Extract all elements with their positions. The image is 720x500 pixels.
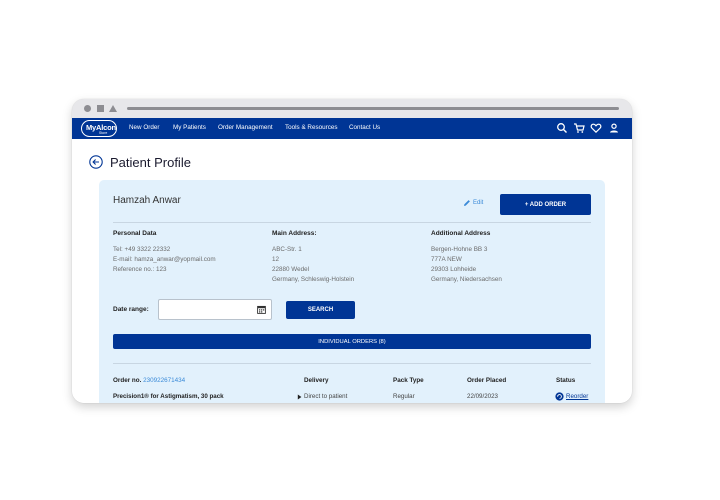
personal-data-heading: Personal Data [113, 230, 157, 237]
top-navbar: MyAlcon Store New Order My Patients Orde… [72, 118, 632, 139]
date-range-label: Date range: [113, 306, 149, 313]
window-control-triangle-icon[interactable] [109, 105, 117, 112]
main-address-heading: Main Address: [272, 230, 317, 237]
nav-link-order-management[interactable]: Order Management [218, 124, 273, 131]
reorder-link[interactable]: Reorder [566, 393, 588, 400]
additional-address-heading: Additional Address [431, 230, 491, 237]
delivery-header: Delivery [304, 377, 329, 384]
order-placed-date: 22/09/2023 [467, 393, 498, 400]
divider [113, 363, 591, 364]
order-delivery: Direct to patient [304, 393, 348, 400]
reorder-icon[interactable] [555, 392, 564, 401]
nav-link-contact-us[interactable]: Contact Us [349, 124, 380, 131]
address-bar[interactable] [127, 107, 619, 110]
browser-window: MyAlcon Store New Order My Patients Orde… [72, 99, 632, 403]
pack-type-header: Pack Type [393, 377, 424, 384]
order-product: Precision1® for Astigmatism, 30 pack [113, 393, 224, 400]
patient-card: Hamzah Anwar Edit + ADD ORDER Personal D… [99, 180, 605, 403]
personal-tel: Tel: +49 3322 22332 [113, 246, 171, 253]
page-viewport: MyAlcon Store New Order My Patients Orde… [72, 118, 632, 403]
logo-sub-text: Store [99, 131, 108, 135]
edit-link[interactable]: Edit [473, 200, 483, 206]
pencil-icon[interactable] [463, 199, 471, 207]
search-button[interactable]: SEARCH [286, 301, 355, 319]
additional-address-line: 777A NEW [431, 256, 462, 263]
caret-right-icon[interactable] [297, 394, 302, 400]
additional-address-line: 29303 Lohheide [431, 266, 477, 273]
main-address-line: ABC-Str. 1 [272, 246, 302, 253]
date-range-input[interactable] [158, 299, 272, 320]
order-no-label: Order no. [113, 377, 142, 384]
add-order-button[interactable]: + ADD ORDER [500, 194, 591, 215]
myalcon-logo[interactable]: MyAlcon Store [81, 120, 117, 137]
status-header: Status [556, 377, 576, 384]
window-control-circle-icon[interactable] [84, 105, 91, 112]
cart-icon[interactable] [573, 122, 585, 134]
main-address-line: 12 [272, 256, 280, 263]
personal-email: E-mail: hamza_anwar@yopmail.com [113, 256, 216, 263]
window-control-square-icon[interactable] [97, 105, 104, 112]
search-icon[interactable] [556, 122, 568, 134]
browser-chrome [72, 99, 632, 118]
order-no-header: Order no. 230922671434 [113, 377, 185, 384]
main-address-line: 22880 Wedel [272, 266, 309, 273]
page-title: Patient Profile [110, 155, 191, 170]
calendar-icon[interactable] [257, 305, 266, 314]
user-icon[interactable] [608, 122, 620, 134]
divider [113, 222, 591, 223]
back-arrow-icon[interactable] [89, 155, 103, 169]
additional-address-line: Germany, Niedersachsen [431, 276, 502, 283]
individual-orders-tab[interactable]: INDIVIDUAL ORDERS (8) [113, 334, 591, 349]
heart-icon[interactable] [590, 122, 602, 134]
order-number-link[interactable]: 230922671434 [143, 377, 185, 384]
nav-link-new-order[interactable]: New Order [129, 124, 159, 131]
additional-address-line: Bergen-Hohne BB 3 [431, 246, 488, 253]
personal-reference: Reference no.: 123 [113, 266, 167, 273]
main-address-line: Germany, Schleswig-Holstein [272, 276, 355, 283]
order-pack-type: Regular [393, 393, 415, 400]
patient-name: Hamzah Anwar [113, 195, 181, 206]
order-placed-header: Order Placed [467, 377, 507, 384]
nav-link-tools-resources[interactable]: Tools & Resources [285, 124, 338, 131]
nav-link-my-patients[interactable]: My Patients [173, 124, 206, 131]
